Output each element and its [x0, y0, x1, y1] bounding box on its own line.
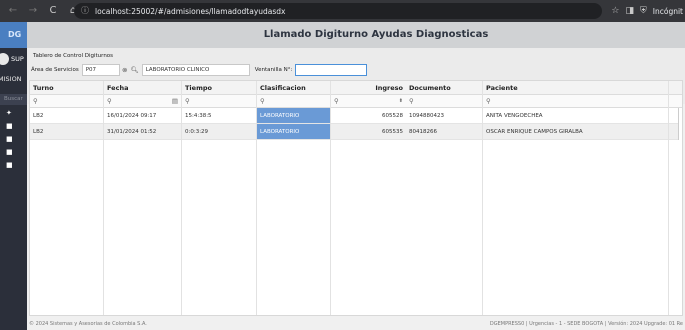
status-footer: © 2024 Sistemas y Asesorias de Colombia … — [27, 320, 685, 330]
address-bar[interactable]: ⓘ localhost:25002/#/admisiones/llamadodt… — [74, 3, 602, 19]
user-profile[interactable]: SUP — [0, 52, 27, 66]
folder-icon[interactable]: ■ — [6, 135, 27, 144]
area-code-input[interactable]: P07 — [81, 64, 120, 76]
page-title: Llamado Digiturno Ayudas Diagnosticas — [263, 29, 489, 40]
filter-clasificacion[interactable]: ⚲ — [257, 95, 330, 107]
browser-toolbar: ← → C ⌂ ⓘ localhost:25002/#/admisiones/l… — [0, 0, 685, 22]
cell-ingreso: 605528 — [382, 113, 403, 119]
filter-paciente[interactable]: ⚲ — [483, 95, 668, 107]
cell-ingreso: 605535 — [382, 129, 403, 135]
ventanilla-input[interactable] — [295, 64, 368, 76]
column-divider — [103, 81, 104, 315]
app-logo[interactable]: DG — [0, 22, 27, 48]
table-row[interactable]: LB2 31/01/2024 01:52 0:0:3:29 LABORATORI… — [30, 124, 682, 140]
incognito-label: Incógnit — [652, 6, 683, 16]
cell-documento: 1094880423 — [409, 113, 444, 119]
cell-turno: LB2 — [33, 129, 44, 135]
page-header: Llamado Digiturno Ayudas Diagnosticas — [27, 22, 685, 48]
main-content: Llamado Digiturno Ayudas Diagnosticas Ta… — [27, 22, 685, 330]
incognito-icon: ⛨ — [640, 6, 647, 16]
cell-turno: LB2 — [33, 113, 44, 119]
cell-documento: 80418266 — [409, 129, 437, 135]
search-icon: ⚲ — [409, 97, 414, 105]
cell-clasificacion: LABORATORIO — [257, 124, 330, 139]
column-divider — [482, 81, 483, 315]
grid-filter-row: ⚲ ⚲ ▤ ⚲ ⚲ ⚲ ⬍ ⚲ ⚲ — [30, 95, 682, 108]
cell-fecha: 16/01/2024 09:17 — [107, 113, 157, 119]
column-divider — [668, 81, 669, 315]
cell-tiempo: 0:0:3:29 — [185, 129, 209, 135]
reload-icon[interactable]: C — [46, 4, 60, 18]
column-header-clasificacion[interactable]: Clasificacion — [257, 81, 330, 94]
spinner-icon[interactable]: ⬍ — [399, 95, 403, 107]
table-row[interactable]: LB2 16/01/2024 09:17 15:4:38:5 LABORATOR… — [30, 108, 682, 124]
column-divider — [256, 81, 257, 315]
folder-icon[interactable]: ■ — [6, 161, 27, 170]
side-panel-icon[interactable]: ◨ — [626, 6, 635, 16]
column-divider — [330, 81, 331, 315]
filter-documento[interactable]: ⚲ — [406, 95, 483, 107]
user-name: SUP — [11, 55, 24, 63]
grid-header-row: Turno Fecha Tiempo Clasificacion Ingreso… — [30, 81, 682, 95]
search-icon: ⚲ — [334, 97, 339, 105]
search-icon: ⚲ — [107, 97, 112, 105]
column-header-turno[interactable]: Turno — [30, 81, 103, 94]
clear-icon[interactable]: ⊗ — [120, 66, 130, 74]
column-header-fecha[interactable]: Fecha — [104, 81, 181, 94]
cell-fecha: 31/01/2024 01:52 — [107, 129, 157, 135]
bookmark-star-icon[interactable]: ☆ — [611, 6, 619, 16]
ventanilla-label: Ventanilla N°: — [254, 67, 293, 73]
panel-title: Tablero de Control Digiturnos — [33, 53, 114, 59]
column-header-ingreso[interactable]: Ingreso — [331, 81, 406, 94]
row-action-strip[interactable] — [678, 108, 682, 140]
folder-icon[interactable]: ■ — [6, 122, 27, 131]
folder-icon[interactable]: ■ — [6, 148, 27, 157]
forward-icon[interactable]: → — [26, 4, 40, 18]
cell-tiempo: 15:4:38:5 — [185, 113, 212, 119]
area-name-field: LABORATORIO CLINICO — [141, 64, 250, 76]
search-icon: ⚲ — [185, 97, 190, 105]
cell-paciente: ANITA VENGOECHEA — [486, 113, 543, 119]
calendar-icon[interactable]: ▤ — [172, 95, 178, 107]
cell-clasificacion: LABORATORIO — [257, 108, 330, 123]
version-info: DGEMPRESS0 | Urgencias - 1 - SEDE BOGOTA… — [489, 321, 683, 327]
cell-paciente: OSCAR ENRIQUE CAMPOS GIRALBA — [486, 129, 583, 135]
sidebar-search-input[interactable]: Buscar — [0, 94, 27, 105]
search-icon: ⚲ — [260, 97, 265, 105]
column-divider — [181, 81, 182, 315]
app-sidebar: DG SUP MISION Buscar ✦ ■ ■ ■ ■ — [0, 22, 27, 330]
sidebar-section-label: MISION — [0, 75, 22, 83]
search-icon: ⚲ — [486, 97, 491, 105]
copyright-text: © 2024 Sistemas y Asesorias de Colombia … — [29, 321, 147, 327]
turnos-grid: Turno Fecha Tiempo Clasificacion Ingreso… — [29, 80, 683, 316]
site-info-icon[interactable]: ⓘ — [79, 5, 91, 17]
back-icon[interactable]: ← — [6, 4, 20, 18]
home-icon[interactable]: ✦ — [6, 109, 27, 118]
area-label: Área de Servicios — [31, 67, 79, 73]
filter-row: Área de Servicios P07 ⊗ 🔍︎ LABORATORIO C… — [31, 64, 368, 76]
avatar — [0, 53, 9, 65]
search-icon[interactable]: 🔍︎ — [130, 66, 140, 74]
search-icon: ⚲ — [33, 97, 38, 105]
filter-ingreso[interactable]: ⚲ ⬍ — [331, 95, 406, 107]
column-header-tiempo[interactable]: Tiempo — [182, 81, 256, 94]
column-header-documento[interactable]: Documento — [406, 81, 483, 94]
filter-turno[interactable]: ⚲ — [30, 95, 103, 107]
address-url: localhost:25002/#/admisiones/llamadodtay… — [95, 6, 286, 16]
filter-tiempo[interactable]: ⚲ — [182, 95, 256, 107]
filter-fecha[interactable]: ⚲ ▤ — [104, 95, 181, 107]
column-header-paciente[interactable]: Paciente — [483, 81, 668, 94]
